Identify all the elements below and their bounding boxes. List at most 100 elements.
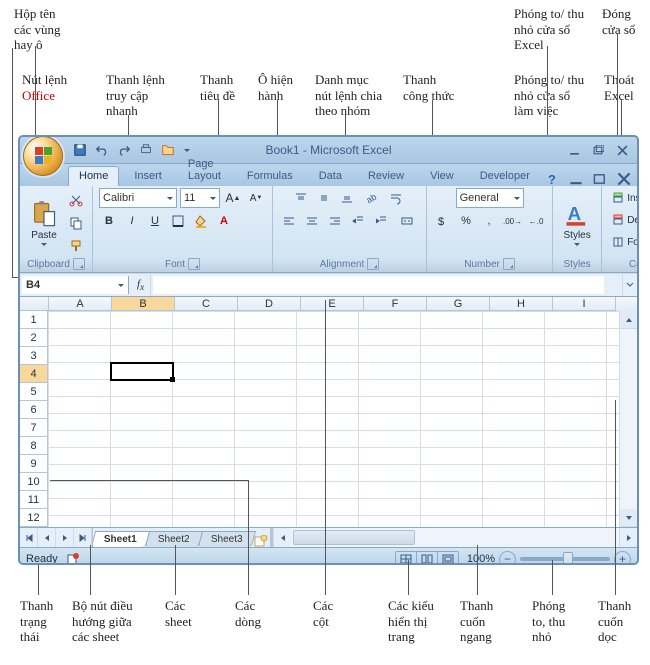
row-header-12[interactable]: 12 bbox=[20, 509, 48, 527]
col-header-g[interactable]: G bbox=[427, 297, 490, 311]
scroll-up-icon[interactable] bbox=[620, 311, 637, 329]
col-header-d[interactable]: D bbox=[238, 297, 301, 311]
row-header-6[interactable]: 6 bbox=[20, 401, 48, 419]
italic-button[interactable]: I bbox=[122, 211, 142, 231]
help-icon[interactable]: ? bbox=[545, 172, 559, 186]
row-header-4[interactable]: 4 bbox=[20, 365, 48, 383]
tab-insert[interactable]: Insert bbox=[123, 166, 173, 186]
tab-home[interactable]: Home bbox=[68, 166, 119, 186]
merge-center-button[interactable] bbox=[394, 211, 420, 231]
hscroll-thumb[interactable] bbox=[293, 530, 415, 545]
scroll-left-icon[interactable] bbox=[273, 528, 291, 547]
row-header-3[interactable]: 3 bbox=[20, 347, 48, 365]
tab-review[interactable]: Review bbox=[357, 166, 415, 186]
tab-page-layout[interactable]: Page Layout bbox=[177, 154, 232, 186]
scroll-right-icon[interactable] bbox=[619, 528, 637, 547]
col-header-f[interactable]: F bbox=[364, 297, 427, 311]
underline-button[interactable]: U bbox=[145, 211, 165, 231]
col-header-h[interactable]: H bbox=[490, 297, 553, 311]
tab-view[interactable]: View bbox=[419, 166, 465, 186]
row-header-11[interactable]: 11 bbox=[20, 491, 48, 509]
new-sheet-button[interactable] bbox=[252, 535, 270, 547]
copy-button[interactable] bbox=[66, 213, 86, 233]
close-workbook-button[interactable] bbox=[617, 172, 631, 186]
page-break-view-button[interactable] bbox=[438, 552, 458, 566]
align-middle-button[interactable] bbox=[314, 188, 334, 208]
row-header-7[interactable]: 7 bbox=[20, 419, 48, 437]
tab-data[interactable]: Data bbox=[308, 166, 353, 186]
percent-style-button[interactable]: % bbox=[456, 211, 476, 231]
zoom-in-button[interactable]: + bbox=[614, 551, 631, 566]
col-header-i[interactable]: I bbox=[553, 297, 616, 311]
redo-icon[interactable] bbox=[116, 142, 132, 158]
sheet-tab-2[interactable]: Sheet2 bbox=[145, 531, 203, 547]
insert-cells-button[interactable]: Insert bbox=[608, 188, 639, 208]
fill-color-button[interactable] bbox=[191, 211, 211, 231]
zoom-level[interactable]: 100% bbox=[467, 553, 495, 565]
page-layout-view-button[interactable] bbox=[417, 552, 438, 566]
paste-button[interactable]: Paste bbox=[26, 190, 62, 256]
font-color-button[interactable]: A bbox=[214, 211, 234, 231]
align-center-button[interactable] bbox=[302, 211, 322, 231]
tab-developer[interactable]: Developer bbox=[469, 166, 541, 186]
row-header-2[interactable]: 2 bbox=[20, 329, 48, 347]
zoom-out-button[interactable]: − bbox=[499, 551, 516, 566]
first-sheet-button[interactable] bbox=[20, 528, 38, 547]
open-icon[interactable] bbox=[160, 142, 176, 158]
font-size-select[interactable]: 11 bbox=[180, 188, 220, 208]
row-header-5[interactable]: 5 bbox=[20, 383, 48, 401]
macro-record-icon[interactable] bbox=[66, 552, 80, 565]
accounting-format-button[interactable]: $ bbox=[433, 211, 453, 231]
styles-button[interactable]: A Styles bbox=[559, 190, 595, 256]
row-header-10[interactable]: 10 bbox=[20, 473, 48, 491]
comma-style-button[interactable]: , bbox=[479, 211, 499, 231]
col-header-c[interactable]: C bbox=[175, 297, 238, 311]
cut-button[interactable] bbox=[66, 190, 86, 210]
sheet-tab-1[interactable]: Sheet1 bbox=[91, 531, 150, 547]
zoom-slider[interactable] bbox=[520, 557, 610, 561]
select-all-corner[interactable] bbox=[20, 297, 49, 311]
increase-indent-button[interactable] bbox=[371, 211, 391, 231]
minimize-window-button[interactable] bbox=[567, 143, 581, 157]
wrap-text-button[interactable] bbox=[383, 188, 409, 208]
active-cell[interactable] bbox=[110, 362, 174, 381]
format-cells-button[interactable]: Format bbox=[608, 232, 639, 252]
restore-window-button[interactable] bbox=[591, 143, 605, 157]
qat-customize-icon[interactable] bbox=[184, 149, 190, 152]
tab-formulas[interactable]: Formulas bbox=[236, 166, 304, 186]
formula-input[interactable] bbox=[153, 276, 604, 294]
undo-icon[interactable] bbox=[94, 142, 110, 158]
cell-grid[interactable] bbox=[48, 311, 619, 527]
format-painter-button[interactable] bbox=[66, 236, 86, 256]
delete-cells-button[interactable]: Delete bbox=[608, 210, 639, 230]
increase-decimal-button[interactable]: .00→ bbox=[502, 211, 523, 231]
horizontal-scrollbar[interactable] bbox=[273, 528, 637, 547]
align-top-button[interactable] bbox=[291, 188, 311, 208]
prev-sheet-button[interactable] bbox=[38, 528, 56, 547]
align-left-button[interactable] bbox=[279, 211, 299, 231]
font-name-select[interactable]: Calibri bbox=[99, 188, 177, 208]
office-button[interactable] bbox=[23, 136, 63, 176]
dialog-launcher-icon[interactable] bbox=[73, 258, 85, 270]
bold-button[interactable]: B bbox=[99, 211, 119, 231]
grow-font-button[interactable]: A▲ bbox=[223, 188, 243, 208]
align-right-button[interactable] bbox=[325, 211, 345, 231]
row-header-9[interactable]: 9 bbox=[20, 455, 48, 473]
print-preview-icon[interactable] bbox=[138, 142, 154, 158]
col-header-e[interactable]: E bbox=[301, 297, 364, 311]
fx-icon[interactable]: fx bbox=[137, 278, 144, 292]
sheet-tab-3[interactable]: Sheet3 bbox=[197, 531, 255, 547]
save-icon[interactable] bbox=[72, 142, 88, 158]
restore-workbook-button[interactable] bbox=[593, 172, 607, 186]
decrease-decimal-button[interactable]: ←.0 bbox=[526, 211, 546, 231]
dialog-launcher-icon[interactable] bbox=[367, 258, 379, 270]
col-header-a[interactable]: A bbox=[49, 297, 112, 311]
normal-view-button[interactable] bbox=[396, 552, 417, 566]
close-window-button[interactable] bbox=[615, 143, 629, 157]
align-bottom-button[interactable] bbox=[337, 188, 357, 208]
minimize-workbook-button[interactable] bbox=[569, 172, 583, 186]
row-header-1[interactable]: 1 bbox=[20, 311, 48, 329]
vertical-scrollbar[interactable] bbox=[619, 311, 637, 527]
number-format-select[interactable]: General bbox=[456, 188, 524, 208]
next-sheet-button[interactable] bbox=[56, 528, 74, 547]
